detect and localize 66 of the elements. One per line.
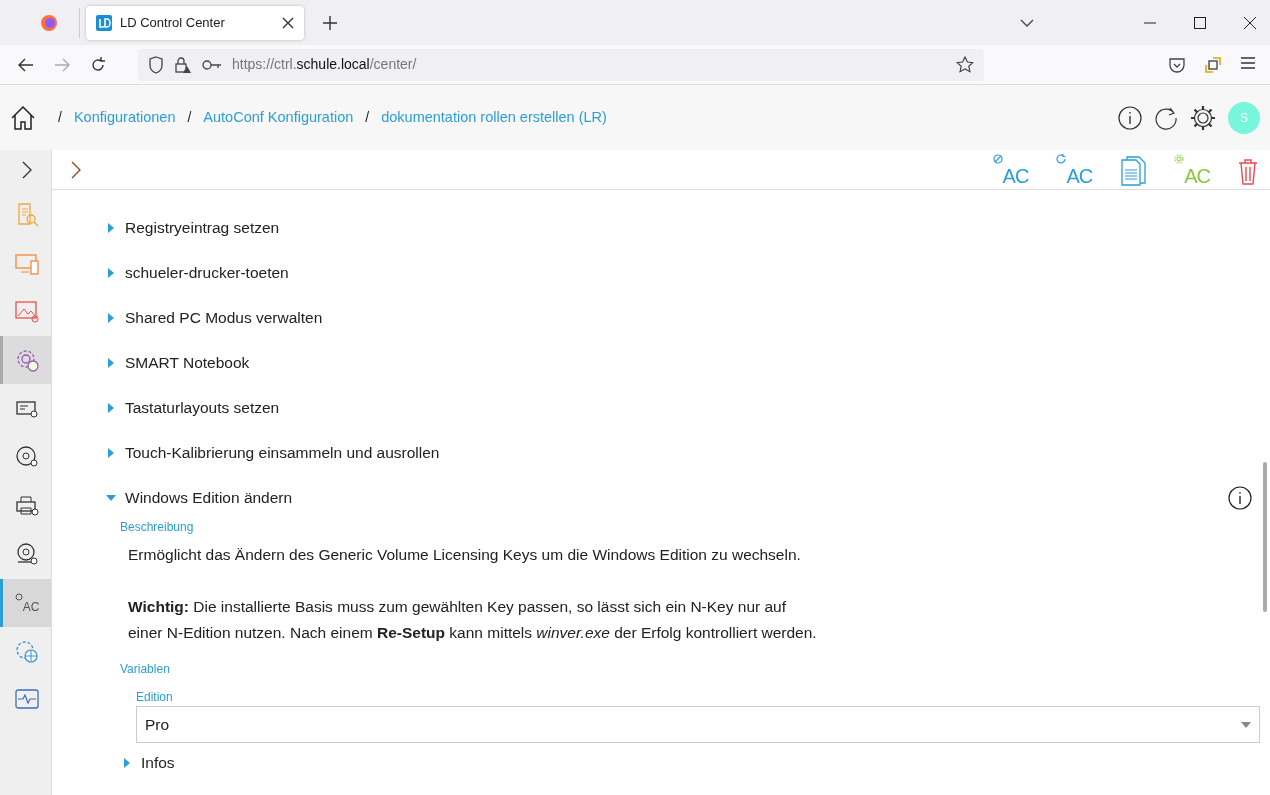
site-logo-icon [96,14,112,31]
sidebar-item[interactable]: AC [0,578,51,628]
caret-right-icon [106,447,116,458]
bookmark-star-icon[interactable] [956,55,974,74]
section-label: Variablen [120,661,171,678]
section-label: Beschreibung [120,519,195,536]
config-entry[interactable]: Touch-Kalibrierung einsammeln und ausrollen [106,440,440,465]
trash-icon [1238,157,1258,186]
config-entry[interactable]: Registryeintrag setzen [106,215,280,240]
caret-right-icon [122,757,132,768]
breadcrumb-separator: / [365,108,370,127]
field-label: Edition [136,689,174,706]
caret-right-icon [106,312,116,323]
refresh-icon [1056,153,1067,164]
browser-logo-icon [40,13,58,32]
chevron-right-icon [22,161,32,179]
description-text: Ermöglicht das Ändern des Generic Volume Licensing Keys um die Windows Edition zu wechseln. [128,545,802,565]
close-icon[interactable] [282,16,294,29]
settings-icon[interactable] [1190,104,1216,131]
breadcrumb-separator: / [187,108,192,127]
document-icon [1120,155,1147,186]
info-icon[interactable] [1228,485,1252,510]
caret-down-icon [106,492,116,503]
caret-right-icon [106,357,116,368]
globe-gear-icon [15,639,39,664]
config-entry[interactable]: Tastaturlayouts setzen [106,395,280,420]
refresh-icon[interactable] [1154,105,1178,130]
caret-right-icon [106,402,116,413]
description-text: Wichtig: Die installierte Basis muss zum gewählten Key passen, so lässt sich ein N-Key nur auf einer N-Edition nutzen. Nach einem Re-Setup kann mittels winver.exe der Erfolg kontrolliert werden. [128,597,818,643]
address-bar[interactable]: https://ctrl.schule.local/center/ [138,48,984,81]
chevron-down-icon[interactable] [1020,18,1034,27]
plus-icon [323,15,337,30]
breadcrumb-separator: / [58,108,62,127]
edition-select[interactable]: Pro [136,706,1260,743]
info-icon[interactable] [1118,105,1142,130]
lock-warning-icon[interactable] [174,55,192,74]
document-search-icon [15,202,39,227]
disc-settings-icon [15,445,39,470]
key-icon[interactable] [202,58,222,71]
subsection-toggle[interactable]: Infos [122,751,175,775]
config-entry[interactable]: SMART Notebook [106,350,250,375]
config-entry[interactable]: Windows Edition ändern [106,485,293,510]
shield-icon[interactable] [148,55,164,74]
image-settings-icon [15,299,39,324]
maximize-icon[interactable] [1194,16,1206,29]
dropdown-arrow-icon [1241,721,1251,728]
config-entry[interactable]: schueler-drucker-toeten [106,260,289,285]
prohibit-icon [992,153,1003,164]
home-icon[interactable] [10,104,36,131]
reload-icon[interactable] [89,55,107,74]
document-button[interactable] [1120,153,1147,186]
drive-settings-icon [15,542,39,567]
extension-icon[interactable] [1204,55,1222,74]
pocket-icon[interactable] [1168,55,1186,74]
tab-title: LD Control Center [120,13,226,32]
chevron-right-icon [71,160,81,179]
caret-right-icon [106,222,116,233]
browser-tab[interactable]: LD Control Center [86,5,304,40]
config-entry[interactable]: Shared PC Modus verwalten [106,305,323,330]
url-text: https://ctrl.schule.local/center/ [232,55,418,74]
scrollbar[interactable] [1263,462,1267,612]
close-icon[interactable] [1244,16,1256,29]
printer-settings-icon [15,493,39,518]
caret-right-icon [106,267,116,278]
menu-icon[interactable] [1240,55,1256,70]
sidebar-item[interactable] [0,335,51,385]
